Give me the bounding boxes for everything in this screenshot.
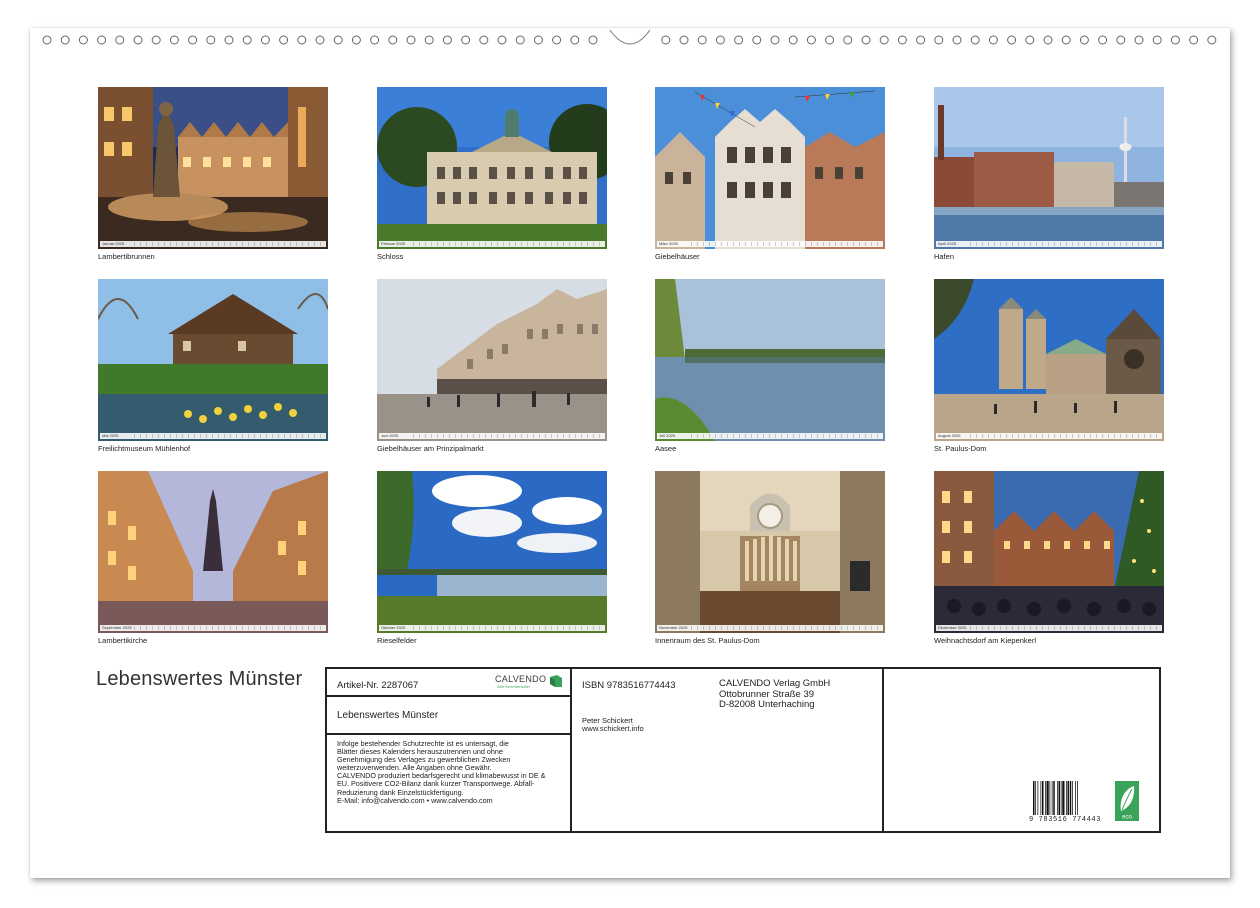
photo: Oktober 2025 [377, 471, 607, 633]
article-number: Artikel-Nr. 2287067 [337, 680, 419, 691]
month-label: März 2025 [659, 241, 678, 246]
publisher-address: CALVENDO Verlag GmbH Ottobrunner Straße … [719, 678, 831, 711]
thumbnail-november: November 2025 Innenraum des St. Paulus-D… [655, 471, 885, 645]
month-label: Mai 2025 [102, 433, 119, 438]
barcode-cell: 9 783516 774443 eco [884, 669, 1159, 831]
thumbnail-caption: Giebelhäuser am Prinzipalmarkt [377, 444, 484, 453]
thumbnail-december: Dezember 2025 Weihnachtsdorf am Kiepenke… [934, 471, 1164, 645]
author: Peter Schickert www.schickert.info [582, 717, 644, 733]
month-strip: Dezember 2025 [936, 625, 1162, 631]
spiral-binding [30, 28, 1230, 50]
publisher-cell: ISBN 9783516774443 CALVENDO Verlag GmbH … [572, 669, 884, 831]
thumbnail-april: April 2025 Hafen [934, 87, 1164, 261]
barcode-digits: 9 783516 774443 [1029, 816, 1102, 824]
thumbnail-may: Mai 2025 Freilichtmuseum Mühlenhof [98, 279, 328, 453]
month-strip: Januar 2025 [100, 241, 326, 247]
legal-cell: Infolge bestehender Schutzrechte ist es … [327, 735, 572, 831]
thumbnail-caption: Hafen [934, 252, 955, 261]
eco-leaf-icon: eco [1115, 781, 1139, 821]
month-label: Dezember 2025 [938, 625, 967, 630]
month-strip: September 2025 [100, 625, 326, 631]
thumbnail-march: März 2025 Giebelhäuser [655, 87, 885, 261]
thumbnail-caption: Giebelhäuser [655, 252, 700, 261]
photo: November 2025 [655, 471, 885, 633]
photo: Juni 2025 [377, 279, 607, 441]
isbn: ISBN 9783516774443 [582, 680, 676, 691]
thumbnail-caption: Schloss [377, 252, 404, 261]
photo: Januar 2025 [98, 87, 328, 249]
month-label: September 2025 [102, 625, 132, 630]
thumbnail-caption: Weihnachtsdorf am Kiepenkerl [934, 636, 1036, 645]
author-website: www.schickert.info [582, 724, 644, 733]
thumbnail-october: Oktober 2025 Rieselfelder [377, 471, 607, 645]
photo: Juli 2025 [655, 279, 885, 441]
calendar-name: Lebenswertes Münster [337, 710, 439, 721]
photo: März 2025 [655, 87, 885, 249]
thumbnail-june: Juni 2025 Giebelhäuser am Prinzipalmarkt [377, 279, 607, 453]
thumbnail-caption: Aasee [655, 444, 677, 453]
month-strip: Mai 2025 [100, 433, 326, 439]
publisher-line: D-82008 Unterhaching [719, 699, 815, 710]
thumbnail-caption: St. Paulus-Dom [934, 444, 987, 453]
info-box: Artikel-Nr. 2287067 CALVENDO Sehr mehr/W… [325, 667, 1161, 833]
month-label: Juni 2025 [381, 433, 399, 438]
thumbnail-caption: Lambertibrunnen [98, 252, 155, 261]
month-label: Oktober 2025 [381, 625, 406, 630]
month-label: August 2025 [938, 433, 961, 438]
publisher-line: CALVENDO Verlag GmbH [719, 678, 831, 689]
month-strip: November 2025 [657, 625, 883, 631]
photo: Mai 2025 [98, 279, 328, 441]
thumbnail-caption: Lambertikirche [98, 636, 148, 645]
calvendo-mark-icon [550, 675, 562, 687]
photo: August 2025 [934, 279, 1164, 441]
month-strip: Februar 2025 [379, 241, 605, 247]
calendar-title: Lebenswertes Münster [96, 668, 303, 690]
barcode: 9 783516 774443 [1029, 781, 1100, 825]
thumbnail-september: September 2025 Lambertikirche [98, 471, 328, 645]
calendar-name-cell: Lebenswertes Münster [327, 697, 572, 735]
month-strip: Juni 2025 [379, 433, 605, 439]
photo: Dezember 2025 [934, 471, 1164, 633]
thumbnail-caption: Rieselfelder [377, 636, 417, 645]
thumbnail-february: Februar 2025 Schloss [377, 87, 607, 261]
month-label: November 2025 [659, 625, 688, 630]
calvendo-logo: CALVENDO Sehr mehr/Wertvoller [495, 674, 563, 692]
thumbnail-caption: Innenraum des St. Paulus-Dom [655, 636, 760, 645]
thumbnail-july: Juli 2025 Aasee [655, 279, 885, 453]
month-strip: März 2025 [657, 241, 883, 247]
legal-text: Infolge bestehender Schutzrechte ist es … [337, 739, 569, 805]
month-label: Juli 2025 [659, 433, 676, 438]
logo-text: CALVENDO [495, 674, 547, 684]
legal-line: E-Mail: info@calvendo.com • www.calvendo… [337, 795, 493, 805]
month-strip: April 2025 [936, 241, 1162, 247]
thumbnail-august: August 2025 St. Paulus-Dom [934, 279, 1164, 453]
logo-subtitle: Sehr mehr/Wertvoller [497, 685, 531, 689]
barcode-icon [1033, 781, 1078, 815]
month-label: Januar 2025 [102, 241, 125, 246]
thumbnail-january: Januar 2025 Lambertibrunnen [98, 87, 328, 261]
photo: April 2025 [934, 87, 1164, 249]
eco-label: eco [1122, 815, 1132, 821]
month-label: Februar 2025 [381, 241, 406, 246]
month-strip: August 2025 [936, 433, 1162, 439]
thumbnail-caption: Freilichtmuseum Mühlenhof [98, 444, 191, 453]
month-strip: Oktober 2025 [379, 625, 605, 631]
month-strip: Juli 2025 [657, 433, 883, 439]
photo: September 2025 [98, 471, 328, 633]
article-cell: Artikel-Nr. 2287067 CALVENDO Sehr mehr/W… [327, 669, 572, 697]
calendar-back-page: Januar 2025 Lambertibrunnen Februar 2025… [30, 28, 1230, 878]
month-label: April 2025 [938, 241, 957, 246]
photo: Februar 2025 [377, 87, 607, 249]
